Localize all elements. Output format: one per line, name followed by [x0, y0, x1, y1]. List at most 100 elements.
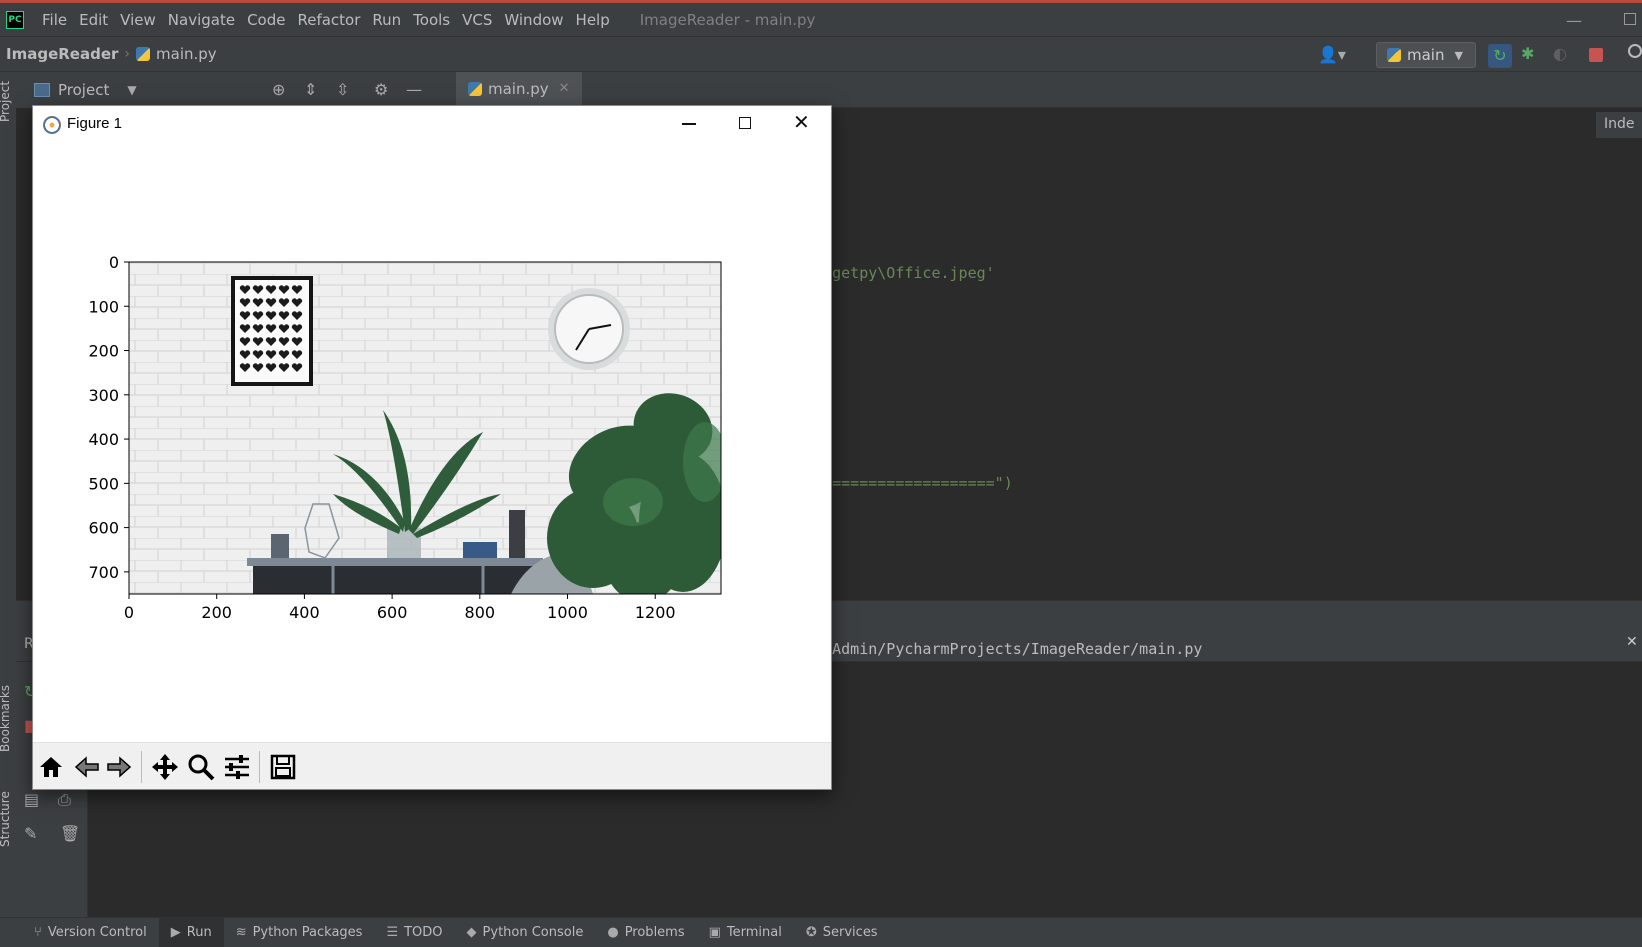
debug-bug-icon[interactable]: ✱ — [1521, 44, 1534, 63]
window-title: ImageReader - main.py — [639, 10, 816, 29]
breadcrumb-file-label: main.py — [156, 45, 217, 63]
pan-icon[interactable] — [149, 751, 181, 783]
breadcrumb-separator-icon: › — [124, 46, 131, 62]
y-tick-label: 100 — [88, 297, 119, 316]
stripe-project[interactable]: Project — [0, 81, 12, 122]
layers-icon: ≋ — [235, 925, 247, 940]
x-tick-label: 600 — [377, 603, 408, 622]
tab-label: Python Console — [482, 925, 584, 940]
menu-tools[interactable]: Tools — [407, 11, 456, 29]
menu-code[interactable]: Code — [241, 11, 291, 29]
figure-titlebar[interactable]: Figure 1 ✕ — [33, 106, 831, 142]
print-icon[interactable]: ⎙ — [58, 790, 71, 810]
project-panel-title[interactable]: Project — [58, 81, 109, 99]
python-icon: ◆ — [466, 925, 477, 940]
x-tick-label: 800 — [465, 603, 496, 622]
terminal-icon: ▣ — [708, 925, 721, 940]
tab-run[interactable]: ▶ Run — [158, 917, 224, 947]
maximize-icon[interactable] — [1624, 13, 1636, 25]
stop-icon[interactable] — [1589, 48, 1603, 62]
collapse-all-icon[interactable]: ⇳ — [336, 80, 349, 99]
x-tick-label: 1200 — [635, 603, 676, 622]
tab-label: Services — [822, 925, 878, 940]
user-icon[interactable]: 👤▾ — [1318, 45, 1346, 64]
menu-refactor[interactable]: Refactor — [291, 11, 366, 29]
breadcrumb-project[interactable]: ImageReader — [6, 45, 118, 63]
stripe-structure[interactable]: Structure — [0, 791, 12, 847]
pin-icon[interactable]: ✎ — [24, 824, 37, 843]
zoom-icon[interactable] — [185, 751, 217, 783]
image-plot[interactable]: 0 200 400 600 800 1000 1200 0 100 200 300 400 500 60… — [33, 142, 831, 742]
x-tick-label: 400 — [289, 603, 320, 622]
minimize-icon[interactable]: — — [1566, 11, 1582, 30]
stripe-bookmarks[interactable]: Bookmarks — [0, 685, 12, 752]
tab-label: main.py — [488, 79, 549, 98]
menu-help[interactable]: Help — [570, 11, 616, 29]
menu-window[interactable]: Window — [498, 11, 569, 29]
menu-run[interactable]: Run — [366, 11, 407, 29]
tab-label: Version Control — [47, 925, 147, 940]
close-icon[interactable]: ✕ — [1626, 634, 1638, 650]
gear-icon[interactable]: ⚙ — [374, 80, 388, 99]
y-tick-label: 300 — [88, 386, 119, 405]
y-tick-label: 700 — [88, 563, 119, 582]
save-icon[interactable] — [267, 751, 299, 783]
tab-label: Terminal — [726, 925, 782, 940]
tab-problems[interactable]: ● Problems — [595, 918, 696, 947]
figure-canvas[interactable]: 0 200 400 600 800 1000 1200 0 100 200 300 400 500 60… — [33, 142, 831, 742]
python-icon — [1387, 48, 1401, 62]
home-icon[interactable] — [35, 751, 67, 783]
tab-services[interactable]: ✪ Services — [794, 918, 890, 947]
tab-todo[interactable]: ☰ TODO — [374, 918, 454, 947]
breadcrumb-file[interactable]: main.py — [136, 45, 217, 63]
figure-window[interactable]: Figure 1 ✕ 0 200 400 600 800 1000 1200 0… — [32, 105, 832, 790]
tab-terminal[interactable]: ▣ Terminal — [697, 918, 794, 947]
expand-all-icon[interactable]: ⇕ — [304, 80, 317, 99]
python-file-icon — [468, 81, 482, 96]
run-config-select[interactable]: main ▼ — [1376, 42, 1476, 68]
figure-toolbar — [33, 742, 831, 789]
menu-edit[interactable]: Edit — [73, 11, 114, 29]
minimize-icon[interactable] — [682, 123, 696, 125]
y-tick-label: 600 — [88, 519, 119, 538]
tab-version-control[interactable]: ⑂ Version Control — [22, 918, 159, 947]
figure-title: Figure 1 — [67, 115, 123, 132]
services-icon: ✪ — [805, 925, 817, 940]
menu-file[interactable]: File — [36, 11, 73, 29]
forward-icon[interactable] — [103, 751, 135, 783]
tab-label: Run — [186, 925, 212, 940]
run-config-label: main — [1407, 46, 1445, 64]
toolbar-separator — [259, 751, 260, 783]
locate-icon[interactable]: ⊕ — [272, 80, 285, 99]
y-tick-label: 500 — [88, 474, 119, 493]
x-tick-label: 0 — [124, 603, 134, 622]
menu-bar: PC File Edit View Navigate Code Refactor… — [0, 0, 1642, 36]
indent-status[interactable]: Inde — [1596, 112, 1642, 138]
tool-window-bar: ⑂ Version Control ▶ Run ≋ Python Package… — [0, 917, 1642, 947]
tab-python-console[interactable]: ◆ Python Console — [455, 918, 596, 947]
tab-python-packages[interactable]: ≋ Python Packages — [224, 918, 375, 947]
close-icon[interactable]: ✕ — [793, 110, 810, 134]
search-icon[interactable] — [1628, 44, 1642, 58]
project-panel-header: Project ▼ ⊕ ⇕ ⇳ ⚙ — — [16, 72, 456, 108]
maximize-icon[interactable] — [739, 117, 751, 129]
coverage-icon[interactable]: ◐ — [1553, 44, 1567, 63]
configure-subplots-icon[interactable] — [221, 751, 253, 783]
tab-main-py[interactable]: main.py ✕ — [456, 72, 582, 108]
y-axis: 0 100 200 300 400 500 600 700 — [88, 253, 129, 582]
menu-view[interactable]: View — [114, 11, 162, 29]
back-icon[interactable] — [71, 751, 103, 783]
trash-icon[interactable]: 🗑 — [60, 824, 80, 843]
x-tick-label: 200 — [201, 603, 232, 622]
close-icon[interactable]: ✕ — [559, 81, 570, 96]
console-output-line: ers/Admin/PycharmProjects/ImageReader/ma… — [796, 640, 1203, 658]
menu-navigate[interactable]: Navigate — [162, 11, 241, 29]
tab-label: Python Packages — [252, 925, 363, 940]
branch-icon: ⑂ — [34, 925, 42, 940]
rerun-icon[interactable]: ↻ — [1488, 44, 1512, 68]
chevron-down-icon[interactable]: ▼ — [127, 83, 136, 97]
menu-vcs[interactable]: VCS — [456, 11, 498, 29]
layout-icon[interactable]: ▤ — [24, 790, 39, 809]
folder-icon — [34, 83, 50, 97]
hide-icon[interactable]: — — [406, 80, 422, 99]
